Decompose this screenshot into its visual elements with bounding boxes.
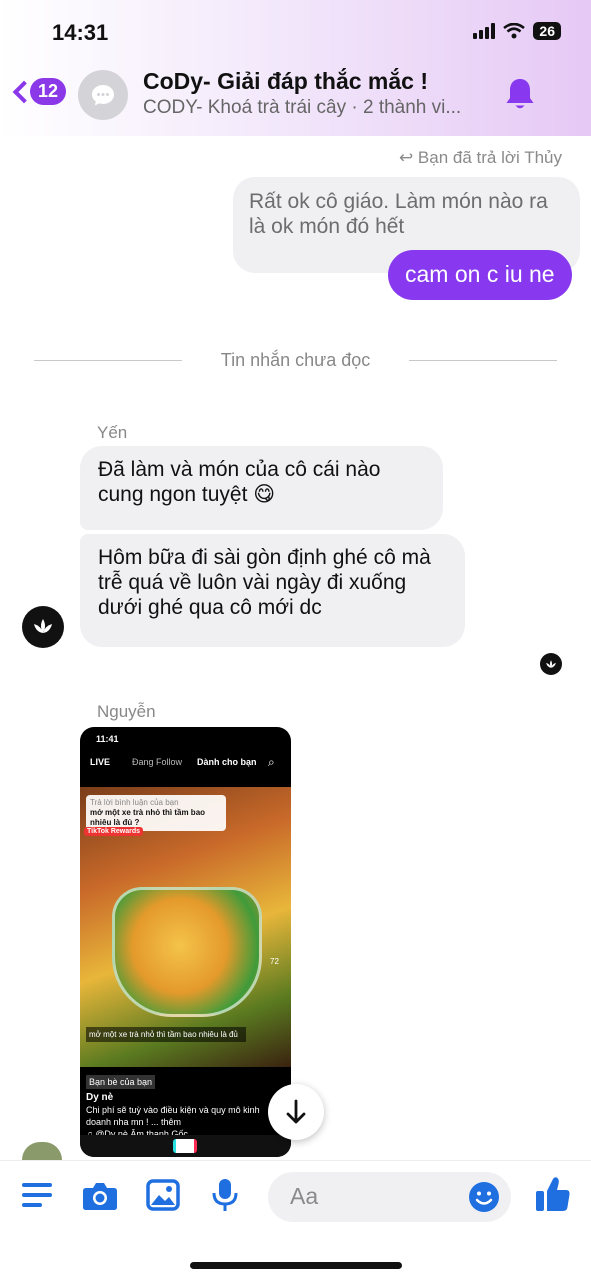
- like-thumb-icon[interactable]: [535, 1175, 571, 1213]
- incoming-message[interactable]: Đã làm và món của cô cái nào cung ngon t…: [80, 446, 443, 530]
- sender-avatar[interactable]: [22, 606, 64, 648]
- arrow-down-icon: [286, 1099, 306, 1124]
- chat-header: 14:31 26 12 CoDy- Giải đáp thắc mắc ! CO…: [0, 0, 591, 136]
- battery-indicator: 26: [533, 22, 561, 40]
- emoji-icon[interactable]: [468, 1181, 500, 1213]
- video-frame: Trả lời bình luận của bạn mở một xe trà …: [80, 787, 291, 1067]
- home-indicator: [190, 1262, 402, 1269]
- menu-icon[interactable]: [20, 1180, 54, 1210]
- sender-name: Yến: [97, 423, 128, 442]
- like-count: 72: [270, 957, 279, 966]
- reply-arrow-icon: ↩: [398, 148, 414, 167]
- create-icon: [173, 1139, 197, 1153]
- sender-avatar[interactable]: [22, 1142, 62, 1160]
- back-button[interactable]: 12: [12, 78, 67, 105]
- shared-time: 11:41: [96, 734, 119, 744]
- unread-divider-label: Tin nhắn chưa đọc: [220, 350, 371, 370]
- status-icons: 26: [473, 22, 561, 40]
- lotus-icon: [34, 619, 52, 633]
- incoming-message[interactable]: Hôm bữa đi sài gòn định ghé cô mà trễ qu…: [80, 534, 465, 647]
- tiktok-bottom-tabs: [80, 1135, 291, 1157]
- message-input[interactable]: [290, 1183, 470, 1210]
- unread-divider: Tin nhắn chưa đọc: [34, 350, 557, 371]
- tiktok-rewards-badge: TikTok Rewards: [84, 827, 144, 836]
- wifi-icon: [503, 23, 526, 39]
- message-input-field[interactable]: [268, 1172, 511, 1222]
- status-time: 14:31: [52, 20, 109, 45]
- tab-for-you: Dành cho bạn: [197, 757, 257, 767]
- search-icon: ⌕: [268, 755, 275, 769]
- video-caption: Bạn bè của bạn Dy nè Chi phí sẽ tuỳ vào …: [86, 1075, 260, 1139]
- tiktok-top-bar: 11:41 LIVE Đang Follow Dành cho bạn ⌕: [80, 727, 291, 787]
- fruit-tea-cup: [112, 887, 262, 1017]
- microphone-icon[interactable]: [211, 1177, 239, 1213]
- bell-icon[interactable]: [504, 76, 536, 112]
- signal-icon: [473, 23, 496, 39]
- search-caption: mở một xe trà nhỏ thì tầm bao nhiêu là đ…: [86, 1027, 246, 1042]
- group-chat-icon: [92, 85, 114, 106]
- chat-subtitle[interactable]: CODY- Khoá trà trái cây · 2 thành vi...: [143, 97, 473, 119]
- comment-reply-card: Trả lời bình luận của bạn mở một xe trà …: [86, 795, 226, 831]
- shared-image[interactable]: 11:41 LIVE Đang Follow Dành cho bạn ⌕ Tr…: [80, 727, 291, 1157]
- lotus-icon: [546, 659, 556, 668]
- reply-note: ↩ Bạn đã trả lời Thủy: [398, 148, 562, 167]
- gallery-icon[interactable]: [146, 1179, 180, 1211]
- group-avatar[interactable]: [78, 70, 128, 120]
- sender-name: Nguyễn: [97, 702, 156, 721]
- camera-icon[interactable]: [82, 1181, 118, 1211]
- my-message-bubble[interactable]: cam on c iu ne: [388, 250, 572, 300]
- scroll-to-bottom-button[interactable]: [268, 1084, 324, 1140]
- read-receipt-avatar: [540, 653, 562, 675]
- chat-title[interactable]: CoDy- Giải đáp thắc mắc !: [143, 68, 428, 95]
- live-icon: LIVE: [90, 757, 111, 767]
- tab-following: Đang Follow: [132, 757, 183, 767]
